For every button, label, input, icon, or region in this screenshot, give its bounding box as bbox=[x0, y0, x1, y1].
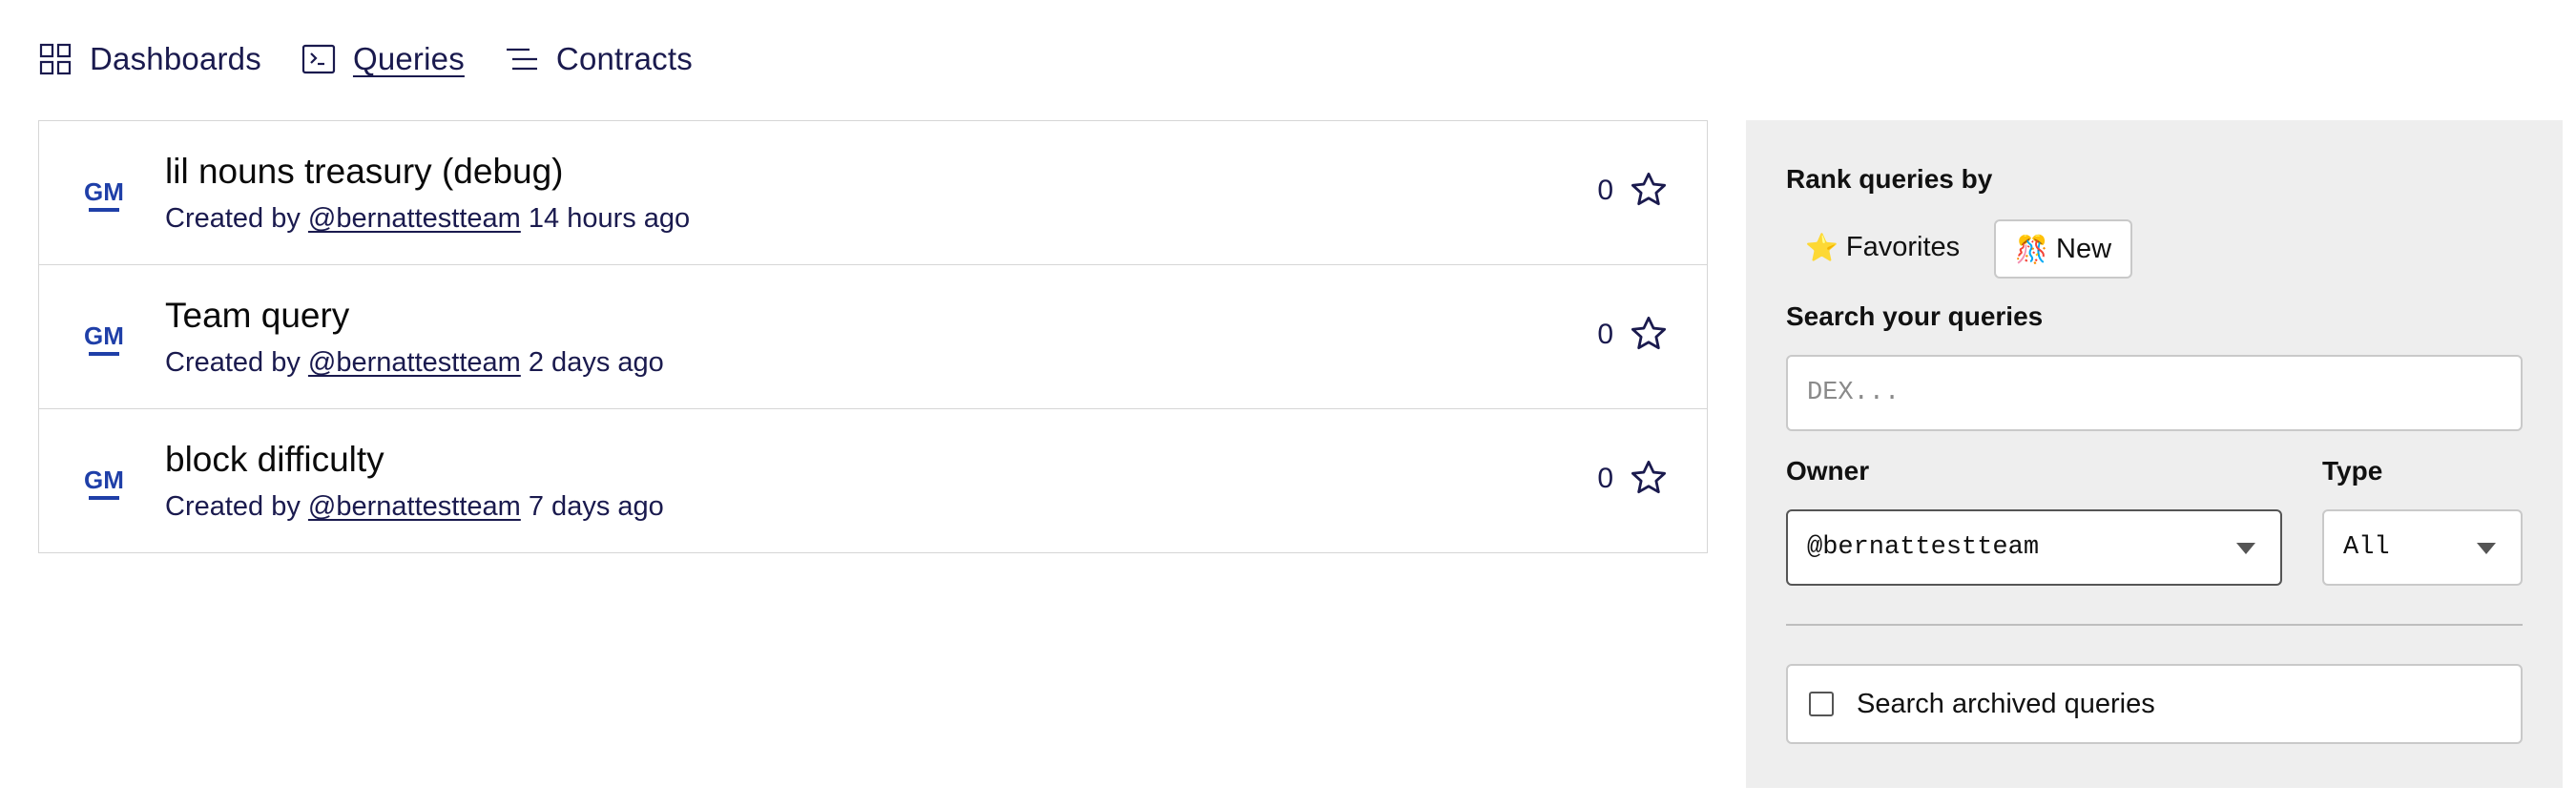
query-row[interactable]: GM lil nouns treasury (debug) Created by… bbox=[39, 121, 1707, 265]
gm-logo-icon: GM bbox=[77, 166, 131, 219]
archived-toggle[interactable]: Search archived queries bbox=[1786, 664, 2523, 744]
terminal-icon bbox=[301, 42, 336, 76]
confetti-icon: 🎊 bbox=[2015, 234, 2049, 264]
query-title[interactable]: lil nouns treasury (debug) bbox=[165, 152, 564, 192]
rank-favorites-label: Favorites bbox=[1845, 231, 1961, 262]
rank-options: ⭐ Favorites 🎊 New bbox=[1786, 219, 2133, 279]
nav-label-dashboards: Dashboards bbox=[90, 41, 261, 76]
query-title[interactable]: block difficulty bbox=[165, 440, 384, 480]
query-age: 14 hours ago bbox=[528, 203, 691, 234]
nav-label-contracts: Contracts bbox=[555, 41, 693, 76]
grid-icon bbox=[38, 42, 73, 76]
nav-contracts[interactable]: Contracts bbox=[505, 41, 693, 77]
divider bbox=[1786, 624, 2523, 626]
query-title[interactable]: Team query bbox=[165, 296, 349, 336]
query-meta: Created by @bernattestteam 2 days ago bbox=[165, 347, 664, 379]
svg-text:GM: GM bbox=[84, 466, 124, 494]
author-link[interactable]: @bernattestteam bbox=[308, 347, 521, 378]
created-prefix: Created by bbox=[165, 491, 301, 522]
filter-panel: Rank queries by ⭐ Favorites 🎊 New Search… bbox=[1746, 120, 2563, 788]
archived-checkbox[interactable] bbox=[1809, 692, 1834, 716]
author-link[interactable]: @bernattestteam bbox=[308, 491, 521, 522]
search-label: Search your queries bbox=[1786, 301, 2044, 331]
nav-dashboards[interactable]: Dashboards bbox=[38, 41, 261, 77]
nav-queries[interactable]: Queries bbox=[301, 41, 465, 77]
query-age: 2 days ago bbox=[528, 347, 664, 378]
search-input[interactable] bbox=[1786, 355, 2523, 431]
type-label: Type bbox=[2322, 456, 2383, 486]
top-nav: Dashboards Queries Contracts bbox=[38, 36, 733, 82]
created-prefix: Created by bbox=[165, 203, 301, 234]
archived-label: Search archived queries bbox=[1857, 688, 2155, 719]
created-prefix: Created by bbox=[165, 347, 301, 378]
owner-select-value: @bernattestteam bbox=[1807, 533, 2040, 562]
rank-favorites-button[interactable]: ⭐ Favorites bbox=[1786, 219, 1979, 275]
list-lines-icon bbox=[505, 42, 539, 76]
star-count: 0 bbox=[1597, 463, 1613, 494]
author-link[interactable]: @bernattestteam bbox=[308, 203, 521, 234]
nav-label-queries: Queries bbox=[352, 41, 465, 76]
query-list: GM lil nouns treasury (debug) Created by… bbox=[38, 120, 1708, 553]
svg-text:GM: GM bbox=[84, 321, 124, 350]
star-count: 0 bbox=[1597, 175, 1613, 206]
star-count: 0 bbox=[1597, 319, 1613, 350]
rank-new-label: New bbox=[2056, 233, 2112, 264]
caret-down-icon bbox=[2477, 543, 2496, 554]
query-row[interactable]: GM Team query Created by @bernattestteam… bbox=[39, 265, 1707, 409]
type-select[interactable]: All bbox=[2322, 509, 2523, 586]
owner-select[interactable]: @bernattestteam bbox=[1786, 509, 2282, 586]
query-meta: Created by @bernattestteam 14 hours ago bbox=[165, 203, 690, 235]
owner-label: Owner bbox=[1786, 456, 1870, 486]
caret-down-icon bbox=[2236, 543, 2255, 554]
gm-logo-icon: GM bbox=[77, 454, 131, 507]
query-row[interactable]: GM block difficulty Created by @bernatte… bbox=[39, 409, 1707, 552]
gm-logo-icon: GM bbox=[77, 310, 131, 363]
star-icon[interactable] bbox=[1629, 314, 1669, 354]
rank-new-button[interactable]: 🎊 New bbox=[1994, 219, 2133, 279]
rank-label: Rank queries by bbox=[1786, 164, 1993, 194]
type-select-value: All bbox=[2343, 533, 2390, 562]
star-emoji-icon: ⭐ bbox=[1805, 232, 1839, 262]
star-icon[interactable] bbox=[1629, 170, 1669, 210]
star-icon[interactable] bbox=[1629, 458, 1669, 498]
query-age: 7 days ago bbox=[528, 491, 664, 522]
svg-text:GM: GM bbox=[84, 177, 124, 206]
query-meta: Created by @bernattestteam 7 days ago bbox=[165, 491, 664, 523]
